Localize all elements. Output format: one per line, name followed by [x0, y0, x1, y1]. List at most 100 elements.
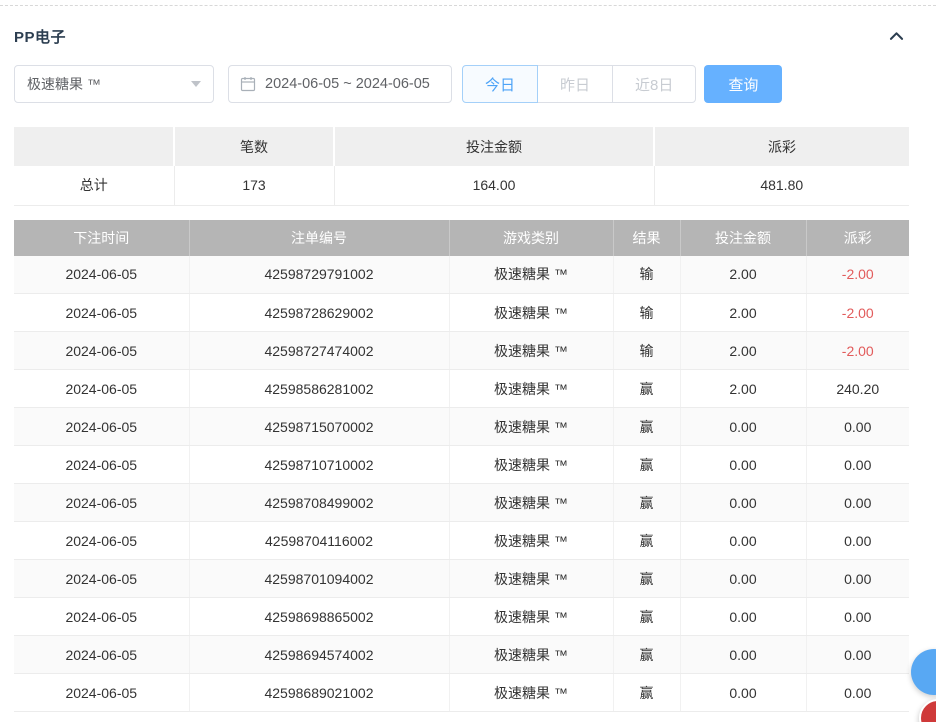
calendar-icon: [240, 76, 256, 92]
order-id-cell: 42598701094002: [189, 560, 449, 598]
table-row: 2024-06-05 42598728629002 极速糖果 ™ 输 2.00 …: [14, 294, 909, 332]
game-name-cell: 极速糖果 ™: [449, 484, 613, 522]
bet-time-cell: 2024-06-05: [14, 446, 189, 484]
order-id-cell: 42598698865002: [189, 598, 449, 636]
payout-cell: 0.00: [806, 446, 909, 484]
order-id-cell: 42598727474002: [189, 332, 449, 370]
order-id-cell: 42598704116002: [189, 522, 449, 560]
payout-cell: 240.20: [806, 370, 909, 408]
payout-cell: 0.00: [806, 636, 909, 674]
result-cell: 赢: [613, 484, 680, 522]
order-id-cell: 42598708499002: [189, 484, 449, 522]
bets-header-row: 下注时间 注单编号 游戏类别 结果 投注金额 派彩: [14, 220, 909, 256]
table-row: 2024-06-05 42598698865002 极速糖果 ™ 赢 0.00 …: [14, 598, 909, 636]
summary-total-bet: 164.00: [334, 166, 654, 205]
bet-amount-cell: 0.00: [680, 484, 806, 522]
result-cell: 赢: [613, 370, 680, 408]
bet-amount-cell: 0.00: [680, 408, 806, 446]
query-button[interactable]: 查询: [704, 65, 782, 103]
game-name-cell: 极速糖果 ™: [449, 408, 613, 446]
game-select[interactable]: 极速糖果 ™: [14, 65, 214, 103]
order-id-cell: 42598586281002: [189, 370, 449, 408]
order-id-cell: 42598728629002: [189, 294, 449, 332]
quick-date-button[interactable]: 今日: [462, 65, 538, 103]
result-cell: 赢: [613, 636, 680, 674]
game-name-cell: 极速糖果 ™: [449, 332, 613, 370]
bets-header-bet: 投注金额: [680, 220, 806, 256]
bet-amount-cell: 2.00: [680, 256, 806, 294]
result-cell: 赢: [613, 522, 680, 560]
game-name-cell: 极速糖果 ™: [449, 674, 613, 712]
bets-table-body: 2024-06-05 42598729791002 极速糖果 ™ 输 2.00 …: [14, 256, 909, 712]
game-name-cell: 极速糖果 ™: [449, 636, 613, 674]
summary-header-payout: 派彩: [654, 127, 909, 166]
collapse-chevron-up-icon[interactable]: [887, 27, 906, 46]
quick-date-button[interactable]: 近8日: [612, 65, 696, 103]
pp-games-report-panel: PP电子 极速糖果 ™ 2024-06-05 ~ 2024-06-05 今日 昨…: [0, 0, 936, 722]
table-row: 2024-06-05 42598715070002 极速糖果 ™ 赢 0.00 …: [14, 408, 909, 446]
result-cell: 赢: [613, 598, 680, 636]
table-row: 2024-06-05 42598727474002 极速糖果 ™ 输 2.00 …: [14, 332, 909, 370]
summary-table: 笔数 投注金额 派彩 总计 173 164.00 481.80: [14, 127, 909, 206]
order-id-cell: 42598689021002: [189, 674, 449, 712]
payout-cell: 0.00: [806, 408, 909, 446]
panel-title: PP电子: [14, 26, 66, 47]
order-id-cell: 42598710710002: [189, 446, 449, 484]
payout-cell: 0.00: [806, 484, 909, 522]
game-name-cell: 极速糖果 ™: [449, 294, 613, 332]
quick-date-button[interactable]: 昨日: [537, 65, 613, 103]
game-select-value: 极速糖果 ™: [27, 74, 101, 94]
bet-time-cell: 2024-06-05: [14, 522, 189, 560]
bet-amount-cell: 2.00: [680, 294, 806, 332]
bet-time-cell: 2024-06-05: [14, 408, 189, 446]
summary-header-count: 笔数: [174, 127, 334, 166]
bet-time-cell: 2024-06-05: [14, 484, 189, 522]
result-cell: 赢: [613, 446, 680, 484]
result-cell: 赢: [613, 408, 680, 446]
table-row: 2024-06-05 42598586281002 极速糖果 ™ 赢 2.00 …: [14, 370, 909, 408]
bets-header-result: 结果: [613, 220, 680, 256]
result-cell: 赢: [613, 560, 680, 598]
table-row: 2024-06-05 42598729791002 极速糖果 ™ 输 2.00 …: [14, 256, 909, 294]
bet-time-cell: 2024-06-05: [14, 332, 189, 370]
bet-time-cell: 2024-06-05: [14, 560, 189, 598]
result-cell: 输: [613, 256, 680, 294]
order-id-cell: 42598729791002: [189, 256, 449, 294]
table-row: 2024-06-05 42598704116002 极速糖果 ™ 赢 0.00 …: [14, 522, 909, 560]
bets-header-time: 下注时间: [14, 220, 189, 256]
summary-header-bet: 投注金额: [334, 127, 654, 166]
bet-amount-cell: 0.00: [680, 560, 806, 598]
result-cell: 输: [613, 294, 680, 332]
game-name-cell: 极速糖果 ™: [449, 522, 613, 560]
promo-float-button[interactable]: [919, 699, 936, 722]
summary-header-row: 笔数 投注金额 派彩: [14, 127, 909, 166]
payout-cell: -2.00: [806, 332, 909, 370]
result-cell: 输: [613, 332, 680, 370]
bet-amount-cell: 0.00: [680, 446, 806, 484]
bets-header-order: 注单编号: [189, 220, 449, 256]
date-range-value: 2024-06-05 ~ 2024-06-05: [265, 76, 430, 92]
bet-time-cell: 2024-06-05: [14, 256, 189, 294]
summary-total-label: 总计: [14, 166, 174, 205]
payout-cell: 0.00: [806, 674, 909, 712]
bet-time-cell: 2024-06-05: [14, 294, 189, 332]
summary-header-empty: [14, 127, 174, 166]
payout-cell: -2.00: [806, 256, 909, 294]
customer-service-float-button[interactable]: [911, 649, 936, 695]
table-row: 2024-06-05 42598710710002 极速糖果 ™ 赢 0.00 …: [14, 446, 909, 484]
payout-cell: 0.00: [806, 598, 909, 636]
bets-header-payout: 派彩: [806, 220, 909, 256]
table-row: 2024-06-05 42598694574002 极速糖果 ™ 赢 0.00 …: [14, 636, 909, 674]
bet-amount-cell: 2.00: [680, 370, 806, 408]
date-range-picker[interactable]: 2024-06-05 ~ 2024-06-05: [228, 65, 452, 103]
bet-time-cell: 2024-06-05: [14, 674, 189, 712]
summary-total-row: 总计 173 164.00 481.80: [14, 166, 909, 205]
game-name-cell: 极速糖果 ™: [449, 446, 613, 484]
bet-time-cell: 2024-06-05: [14, 370, 189, 408]
order-id-cell: 42598694574002: [189, 636, 449, 674]
bet-time-cell: 2024-06-05: [14, 636, 189, 674]
filter-bar: 极速糖果 ™ 2024-06-05 ~ 2024-06-05 今日 昨日 近8日…: [14, 65, 936, 103]
payout-cell: 0.00: [806, 560, 909, 598]
bet-amount-cell: 2.00: [680, 332, 806, 370]
summary-total-payout: 481.80: [654, 166, 909, 205]
